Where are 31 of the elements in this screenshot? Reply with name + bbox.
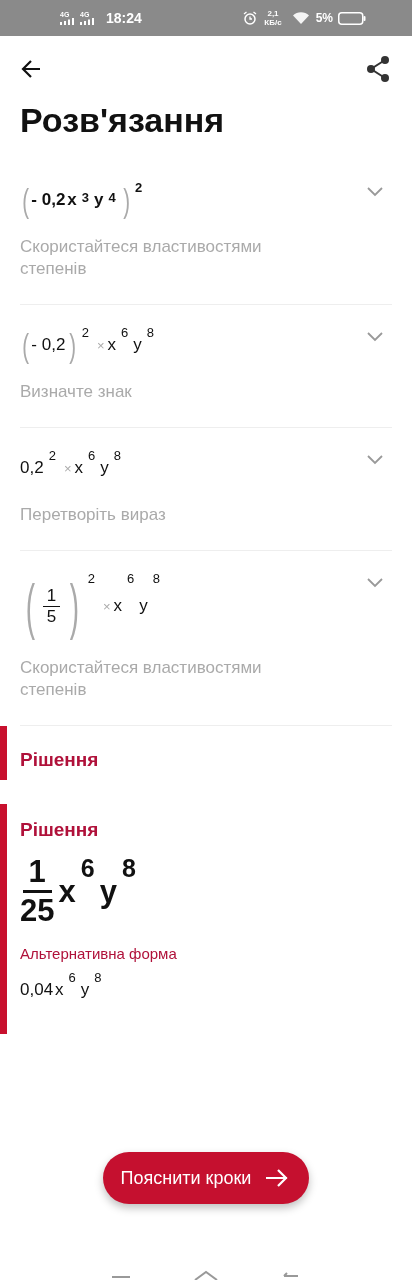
step-hint: Скористайтеся властивостями степенів: [20, 236, 263, 280]
chevron-icon[interactable]: [366, 577, 384, 589]
battery-percent: 5%: [315, 11, 333, 25]
math-expression: 0,04x 6 y 8: [20, 970, 103, 1001]
clock-time: 18:24: [106, 10, 142, 26]
arrow-right-icon: [265, 1168, 290, 1188]
share-icon: [366, 56, 390, 82]
back-button[interactable]: [20, 58, 42, 80]
home-icon[interactable]: [193, 1270, 219, 1280]
signal-icon: [80, 18, 94, 25]
speed-unit: КБ/с: [264, 18, 282, 27]
network-speed: 2,1: [267, 9, 279, 18]
chevron-icon[interactable]: [366, 186, 384, 198]
explain-steps-button[interactable]: Пояснити кроки: [102, 1152, 310, 1204]
back-icon[interactable]: [282, 1272, 301, 1280]
wifi-icon: [292, 12, 309, 24]
page-title: Розв'язання: [20, 100, 226, 140]
signal-icon: [60, 18, 74, 25]
section-title: Рішення: [20, 818, 100, 842]
section-title[interactable]: Рішення: [20, 748, 399, 772]
alt-form-label: Альтернативна форма: [20, 945, 178, 962]
math-expression: 0,2 2 × x 6 y 8: [20, 448, 122, 479]
chevron-icon[interactable]: [366, 331, 384, 343]
step-hint: Скористайтеся властивостями степенів: [20, 657, 263, 701]
share-button[interactable]: [366, 56, 390, 82]
step-hint: Визначте знак: [20, 381, 133, 403]
chevron-icon[interactable]: [366, 454, 384, 466]
back-arrow-icon: [20, 58, 42, 80]
alarm-icon: [243, 11, 258, 25]
battery-icon: [338, 11, 366, 25]
step-hint: Перетворіть вираз: [20, 504, 167, 526]
